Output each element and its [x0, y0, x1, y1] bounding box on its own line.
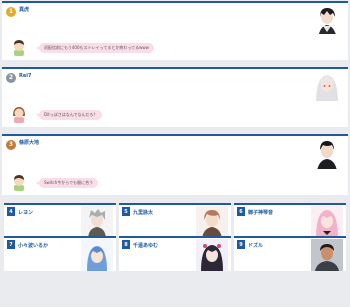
- person-photo: [311, 239, 343, 271]
- comment-text: Switch今からでも間に合う: [35, 178, 99, 188]
- ranking-name[interactable]: 九里詠太: [133, 209, 153, 216]
- character-portrait: [312, 137, 342, 171]
- rank-number: 7: [7, 240, 15, 249]
- ranking-card-7[interactable]: 7 小々波いるか: [4, 236, 116, 271]
- character-portrait: [81, 206, 113, 238]
- rank-number: 9: [237, 240, 245, 249]
- ranking-card-4[interactable]: 4 レヨン: [4, 203, 116, 238]
- ranking-card-1[interactable]: 1 異虎: [2, 1, 348, 38]
- ranking-name[interactable]: 異虎: [19, 7, 29, 14]
- rank-badge-gold: 1: [6, 7, 16, 17]
- rank-number: 8: [122, 240, 130, 249]
- ranking-card-2[interactable]: 2 Rei7: [2, 67, 348, 104]
- ranking-name[interactable]: 條原大地: [19, 140, 39, 147]
- character-portrait: [312, 70, 342, 104]
- rank-badge-silver: 2: [6, 73, 16, 83]
- comment-row: Ditっぽさはなんでなんだろ？: [2, 101, 348, 127]
- comment-row: 初配信前にもう400もストレイってるとか終わってるwww: [2, 34, 348, 60]
- comment-row: Switch今からでも間に合う: [2, 169, 348, 195]
- ranking-name[interactable]: 小々波いるか: [18, 242, 48, 249]
- rank-badge-bronze: 3: [6, 140, 16, 150]
- character-portrait: [312, 4, 342, 38]
- ranking-name[interactable]: レヨン: [18, 209, 33, 216]
- comment-text: Ditっぽさはなんでなんだろ？: [35, 110, 103, 120]
- boy-avatar-icon: [10, 38, 28, 56]
- rank-number: 4: [7, 207, 15, 216]
- ranking-name[interactable]: ドズル: [248, 242, 263, 249]
- character-portrait: [196, 206, 228, 238]
- character-portrait: [81, 239, 113, 271]
- character-portrait: [196, 239, 228, 271]
- ranking-name[interactable]: 御子神琴音: [248, 209, 273, 216]
- boy-avatar-icon: [10, 173, 28, 191]
- ranking-name[interactable]: Rei7: [19, 73, 31, 80]
- ranking-name[interactable]: 千遥あゆむ: [133, 242, 158, 249]
- rank-number: 6: [237, 207, 245, 216]
- ranking-card-9[interactable]: 9 ドズル: [234, 236, 346, 271]
- ranking-card-5[interactable]: 5 九里詠太: [119, 203, 231, 238]
- ranking-card-3[interactable]: 3 條原大地: [2, 134, 348, 171]
- ranking-card-6[interactable]: 6 御子神琴音: [234, 203, 346, 238]
- ranking-card-8[interactable]: 8 千遥あゆむ: [119, 236, 231, 271]
- comment-text: 初配信前にもう400もストレイってるとか終わってるwww: [36, 43, 154, 53]
- girl-avatar-icon: [10, 105, 28, 123]
- rank-number: 5: [122, 207, 130, 216]
- character-portrait: [311, 206, 343, 238]
